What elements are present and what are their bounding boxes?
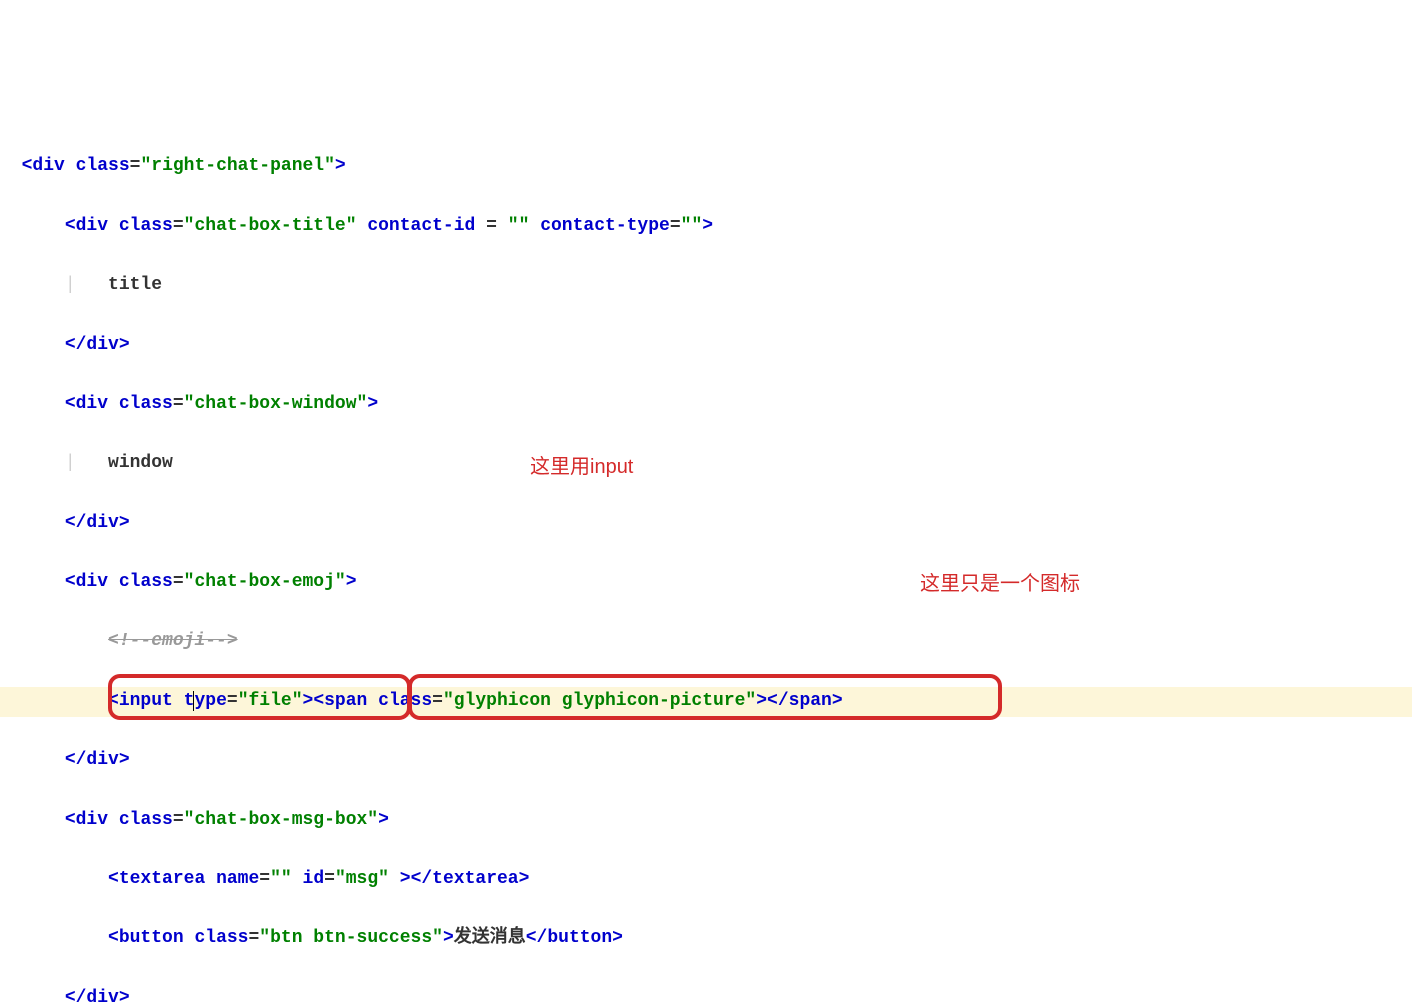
code-line[interactable]: </div> (0, 331, 1412, 361)
code-line[interactable]: | title (0, 271, 1412, 301)
code-line[interactable]: <textarea name="" id="msg" ></textarea> (0, 865, 1412, 895)
code-line[interactable]: | window这里用input (0, 449, 1412, 479)
tag-open: <div (22, 156, 65, 176)
annotation-label-2: 这里只是一个图标 (920, 568, 1080, 601)
code-line[interactable]: </div> (0, 746, 1412, 776)
code-line[interactable]: </div> (0, 984, 1412, 1004)
code-line[interactable]: <!--emoji--> (0, 627, 1412, 657)
code-editor[interactable]: <div class="right-chat-panel"> <div clas… (0, 119, 1412, 1004)
code-line[interactable]: <div class="chat-box-msg-box"> (0, 806, 1412, 836)
annotation-label-1: 这里用input (530, 451, 633, 484)
code-line[interactable]: <button class="btn btn-success">发送消息</bu… (0, 924, 1412, 954)
code-line[interactable]: <div class="chat-box-emoj">这里只是一个图标 (0, 568, 1412, 598)
code-line[interactable]: <div class="chat-box-title" contact-id =… (0, 212, 1412, 242)
code-line[interactable]: </div> (0, 509, 1412, 539)
code-line-highlighted[interactable]: <input type="file"><span class="glyphico… (0, 687, 1412, 717)
code-line[interactable]: <div class="chat-box-window"> (0, 390, 1412, 420)
code-line[interactable]: <div class="right-chat-panel"> (0, 152, 1412, 182)
